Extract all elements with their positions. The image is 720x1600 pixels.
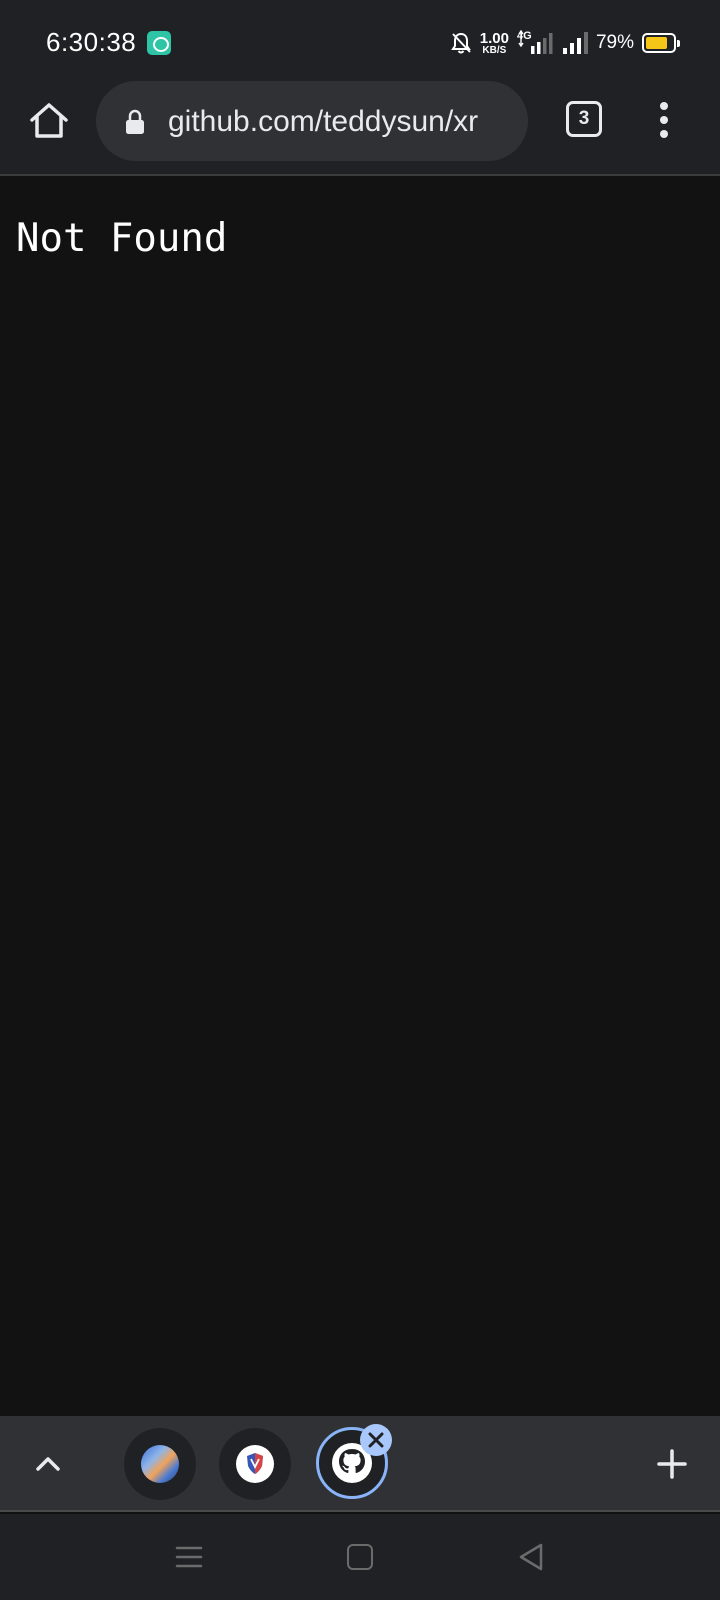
recents-button[interactable]: [175, 1544, 203, 1570]
screen: 6:30:38 1.00 KB/S 4G 79% github.com/tedd…: [0, 0, 720, 1600]
tab-switcher-button[interactable]: 3: [566, 101, 602, 137]
tab-count: 3: [578, 108, 590, 129]
net-speed: 1.00 KB/S: [480, 31, 509, 56]
close-icon: [368, 1432, 384, 1448]
tab-item[interactable]: [124, 1428, 196, 1500]
home-icon: [30, 103, 68, 138]
home-square-icon[interactable]: [347, 1544, 373, 1570]
menu-dot: [660, 102, 668, 110]
collapse-tabs-button[interactable]: [30, 1446, 66, 1482]
home-button[interactable]: [26, 98, 72, 144]
not-found-message: Not Found: [16, 216, 228, 261]
battery-percent: 79%: [595, 32, 634, 53]
signal-icon: [562, 32, 588, 54]
shield-favicon: [236, 1445, 274, 1483]
status-time: 6:30:38: [46, 27, 137, 57]
status-bar: 6:30:38 1.00 KB/S 4G 79%: [0, 0, 720, 78]
system-nav-bar: [0, 1514, 720, 1600]
recents-icon: [175, 1546, 203, 1568]
omnibox[interactable]: github.com/teddysun/xr: [96, 81, 528, 161]
net-speed-value: 1.00: [479, 29, 509, 47]
status-indicators: 1.00 KB/S 4G 79%: [450, 28, 680, 58]
menu-dot: [660, 130, 668, 138]
url-text: github.com/teddysun/xr: [168, 105, 479, 138]
bell-off-icon: [450, 31, 472, 55]
page-content: Not Found: [0, 176, 720, 1416]
back-triangle-icon: [519, 1543, 543, 1571]
tab-group-strip: [0, 1416, 720, 1512]
close-tab-button[interactable]: [360, 1424, 392, 1456]
tab-item[interactable]: [219, 1428, 291, 1500]
back-button[interactable]: [517, 1542, 545, 1572]
new-tab-button[interactable]: [654, 1446, 690, 1482]
more-vert-icon[interactable]: [650, 98, 678, 142]
chevron-up-icon: [36, 1457, 60, 1471]
net-speed-unit: KB/S: [482, 44, 507, 56]
chat-app-icon: [147, 31, 171, 55]
network-type: 4G: [517, 30, 555, 56]
battery-fill: [646, 37, 667, 49]
browser-toolbar: github.com/teddysun/xr 3: [0, 78, 720, 176]
lock-icon: [124, 109, 146, 135]
menu-dot: [660, 116, 668, 124]
battery-icon: [642, 33, 680, 53]
plus-icon: [657, 1449, 687, 1479]
mosaic-favicon: [141, 1445, 179, 1483]
